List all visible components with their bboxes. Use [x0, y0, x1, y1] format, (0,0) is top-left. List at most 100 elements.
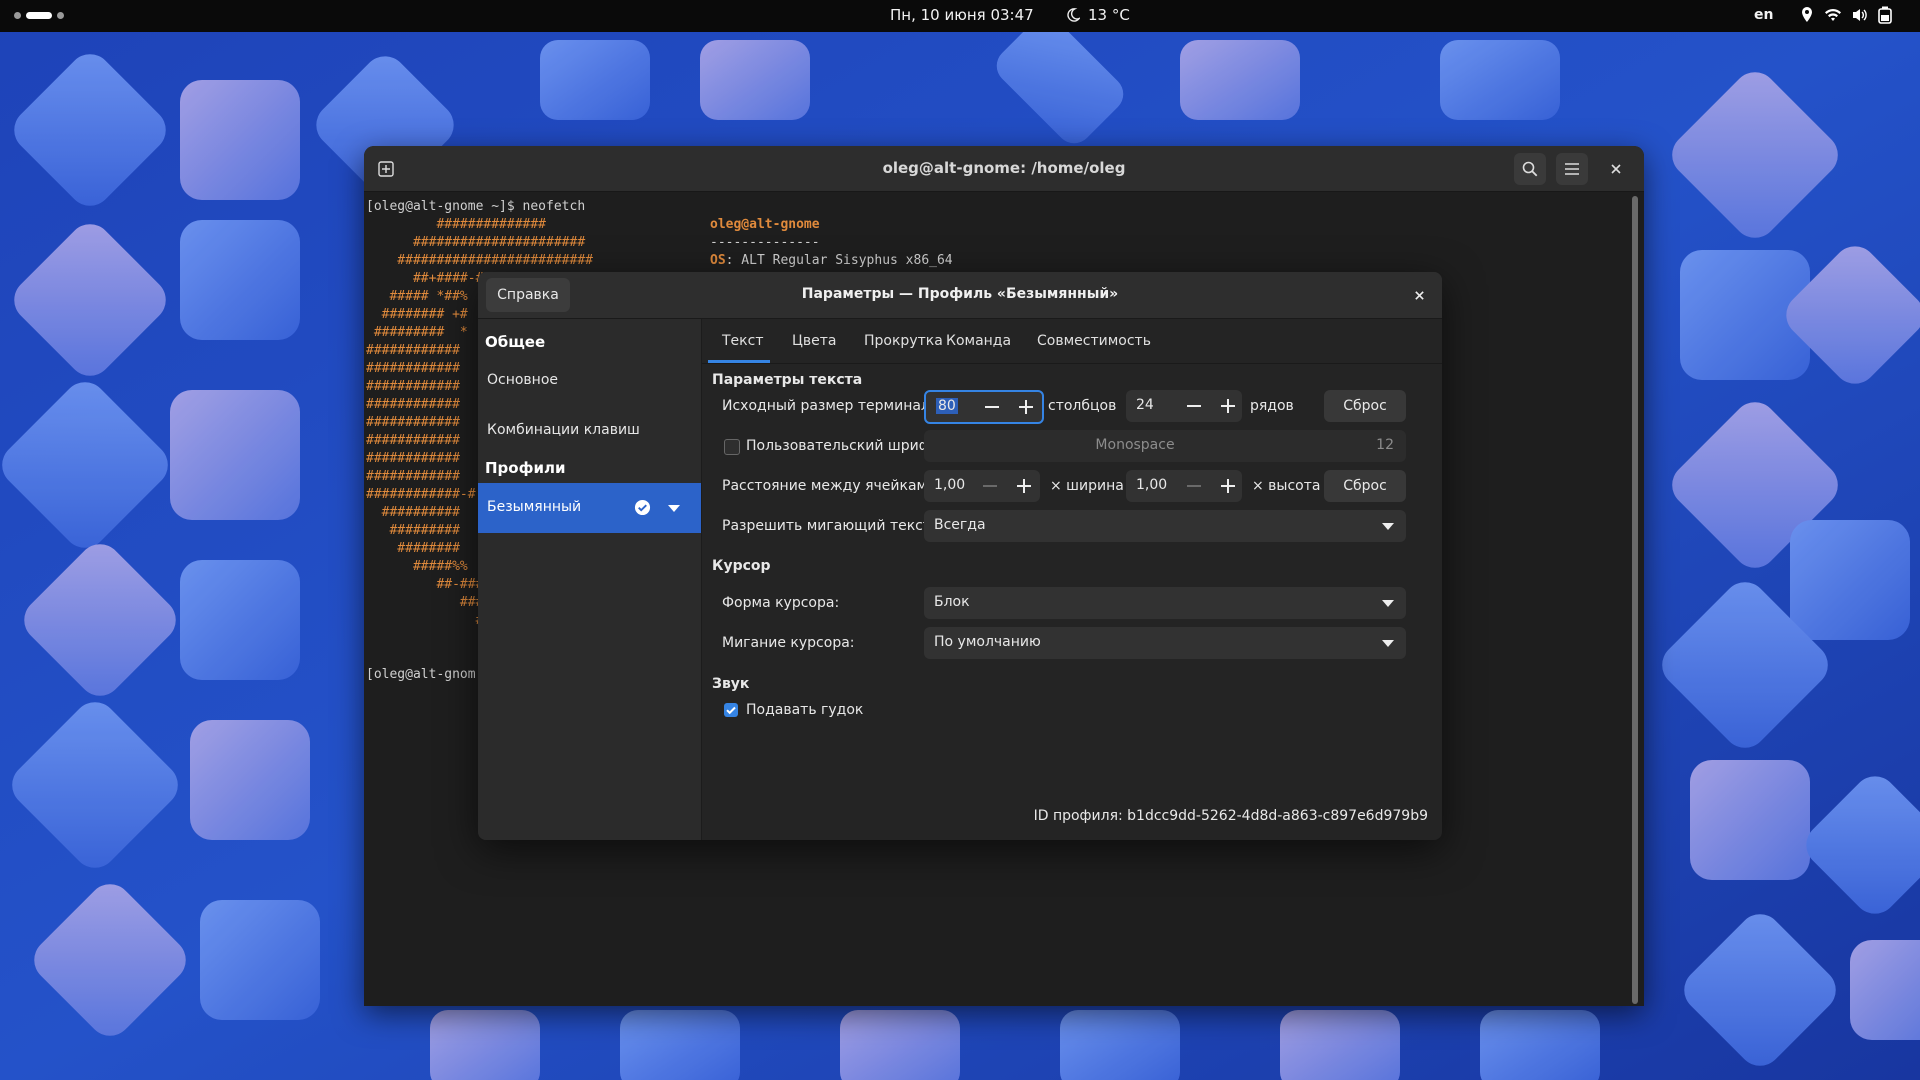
- profile-id-value: b1dcc9dd-5262-4d8d-a863-c897e6d979b9: [1127, 808, 1428, 824]
- terminal-prompt-line: [oleg@alt-gnome ~]$ neofetch: [366, 199, 586, 214]
- close-icon: [1611, 164, 1621, 174]
- custom-font-checkbox[interactable]: [724, 439, 740, 455]
- minus-icon: [1187, 485, 1201, 487]
- terminal-prompt-line-2: [oleg@alt-gnom: [366, 667, 476, 682]
- cell-height-increment-button[interactable]: [1212, 470, 1244, 502]
- profile-id-label: ID профиля:: [1033, 808, 1123, 824]
- columns-value[interactable]: 80: [936, 398, 958, 414]
- plus-icon: [1019, 400, 1033, 414]
- active-tab-indicator: [708, 360, 770, 363]
- wifi-icon: [1825, 8, 1841, 21]
- minus-icon: [1187, 405, 1201, 407]
- plus-icon: [1017, 479, 1031, 493]
- rows-spin-button[interactable]: 24: [1126, 390, 1242, 422]
- chevron-down-icon[interactable]: [668, 505, 680, 513]
- sidebar-item-label: Комбинации клавиш: [487, 422, 640, 438]
- profile-name: Безымянный: [487, 499, 582, 515]
- tab-scrolling[interactable]: Прокрутка: [864, 333, 943, 349]
- plus-icon: [1221, 399, 1235, 413]
- os-label: OS: [710, 253, 726, 268]
- section-title-cursor: Курсор: [712, 558, 771, 574]
- sidebar-item-shortcuts[interactable]: Комбинации клавиш: [478, 411, 701, 451]
- terminal-bell-label: Подавать гудок: [746, 702, 864, 718]
- columns-spin-button[interactable]: 80: [924, 390, 1044, 424]
- cell-height-spin-button[interactable]: 1,00: [1126, 470, 1242, 502]
- dropdown-arrow-icon: [1382, 523, 1394, 530]
- tab-command[interactable]: Команда: [946, 333, 1011, 349]
- active-workspace-pill[interactable]: [26, 12, 52, 19]
- checkmark-icon: [726, 706, 736, 715]
- keyboard-layout[interactable]: en: [1754, 7, 1773, 23]
- close-icon: [1414, 290, 1424, 300]
- columns-decrement-button[interactable]: [976, 392, 1008, 422]
- os-value: : ALT Regular Sisyphus x86_64: [725, 253, 953, 268]
- terminal-title: oleg@alt-gnome: /home/oleg: [882, 159, 1126, 177]
- sidebar-item-basic[interactable]: Основное: [478, 361, 701, 401]
- cursor-shape-dropdown[interactable]: Блок: [924, 587, 1406, 619]
- sidebar-item-profile[interactable]: Безымянный: [478, 483, 701, 533]
- columns-increment-button[interactable]: [1010, 392, 1042, 422]
- default-profile-check-icon: [634, 499, 651, 516]
- cell-width-value[interactable]: 1,00: [934, 477, 965, 493]
- cell-height-value[interactable]: 1,00: [1136, 477, 1167, 493]
- workspace-indicator[interactable]: [14, 12, 64, 19]
- terminal-headerbar[interactable]: oleg@alt-gnome: /home/oleg: [364, 146, 1644, 192]
- cell-width-unit-label: × ширина: [1050, 478, 1124, 494]
- plus-icon: [1221, 479, 1235, 493]
- blink-text-dropdown[interactable]: Всегда: [924, 510, 1406, 542]
- sidebar-header-profiles: Профили: [485, 459, 566, 477]
- hamburger-menu-icon: [1565, 163, 1579, 175]
- neofetch-art-line: ######################: [366, 235, 586, 250]
- rows-increment-button[interactable]: [1212, 390, 1244, 422]
- cell-width-increment-button[interactable]: [1008, 470, 1040, 502]
- font-size: 12: [1376, 437, 1394, 453]
- cell-spacing-label: Расстояние между ячейками:: [722, 478, 941, 494]
- cell-width-spin-button[interactable]: 1,00: [924, 470, 1040, 502]
- location-icon: [1802, 7, 1812, 22]
- blink-text-value: Всегда: [934, 517, 986, 533]
- search-button[interactable]: [1514, 153, 1546, 185]
- top-bar: Пн, 10 июня 03:47 13 °C en: [0, 0, 1920, 32]
- custom-font-label: Пользовательский шрифт:: [746, 438, 944, 454]
- window-close-button[interactable]: [1600, 153, 1632, 185]
- volume-icon: [1853, 9, 1867, 21]
- cursor-blink-label: Мигание курсора:: [722, 635, 855, 651]
- neofetch-separator: --------------: [710, 235, 820, 250]
- clock[interactable]: Пн, 10 июня 03:47: [890, 6, 1034, 24]
- font-name: Monospace: [1095, 437, 1175, 453]
- reset-spacing-button[interactable]: Сброс: [1324, 470, 1406, 502]
- preferences-headerbar[interactable]: Справка Параметры — Профиль «Безымянный»: [478, 272, 1442, 319]
- rows-unit-label: рядов: [1250, 398, 1294, 414]
- workspace-dot[interactable]: [57, 12, 64, 19]
- weather-indicator[interactable]: 13 °C: [1066, 6, 1130, 24]
- preferences-title: Параметры — Профиль «Безымянный»: [801, 286, 1119, 302]
- section-title-text: Параметры текста: [712, 372, 863, 388]
- dropdown-arrow-icon: [1382, 600, 1394, 607]
- cursor-blink-value: По умолчанию: [934, 634, 1041, 650]
- cursor-blink-dropdown[interactable]: По умолчанию: [924, 627, 1406, 659]
- neofetch-host: oleg@alt-gnome: [710, 217, 820, 232]
- tab-compatibility[interactable]: Совместимость: [1037, 333, 1151, 349]
- search-icon: [1522, 161, 1538, 177]
- cell-width-decrement-button[interactable]: [974, 470, 1006, 502]
- rows-value[interactable]: 24: [1136, 397, 1154, 413]
- menu-button[interactable]: [1556, 153, 1588, 185]
- rows-decrement-button[interactable]: [1178, 390, 1210, 422]
- tab-text[interactable]: Текст: [722, 333, 763, 349]
- terminal-bell-checkbox[interactable]: [724, 703, 738, 717]
- preferences-dialog[interactable]: Справка Параметры — Профиль «Безымянный»…: [478, 272, 1442, 840]
- sidebar-item-label: Основное: [487, 372, 559, 388]
- profile-id: ID профиля: b1dcc9dd-5262-4d8d-a863-c897…: [1034, 808, 1428, 824]
- dialog-close-button[interactable]: [1406, 282, 1432, 308]
- system-tray[interactable]: [1800, 6, 1892, 24]
- cursor-shape-label: Форма курсора:: [722, 595, 840, 611]
- terminal-scrollbar[interactable]: [1632, 196, 1638, 1004]
- dropdown-arrow-icon: [1382, 640, 1394, 647]
- workspace-dot[interactable]: [14, 12, 21, 19]
- font-chooser-button[interactable]: Monospace 12: [924, 430, 1406, 462]
- cell-height-decrement-button[interactable]: [1178, 470, 1210, 502]
- reset-size-button[interactable]: Сброс: [1324, 390, 1406, 422]
- blink-text-label: Разрешить мигающий текст:: [722, 518, 936, 534]
- tab-colors[interactable]: Цвета: [792, 333, 836, 349]
- terminal-size-label: Исходный размер терминала:: [722, 398, 944, 414]
